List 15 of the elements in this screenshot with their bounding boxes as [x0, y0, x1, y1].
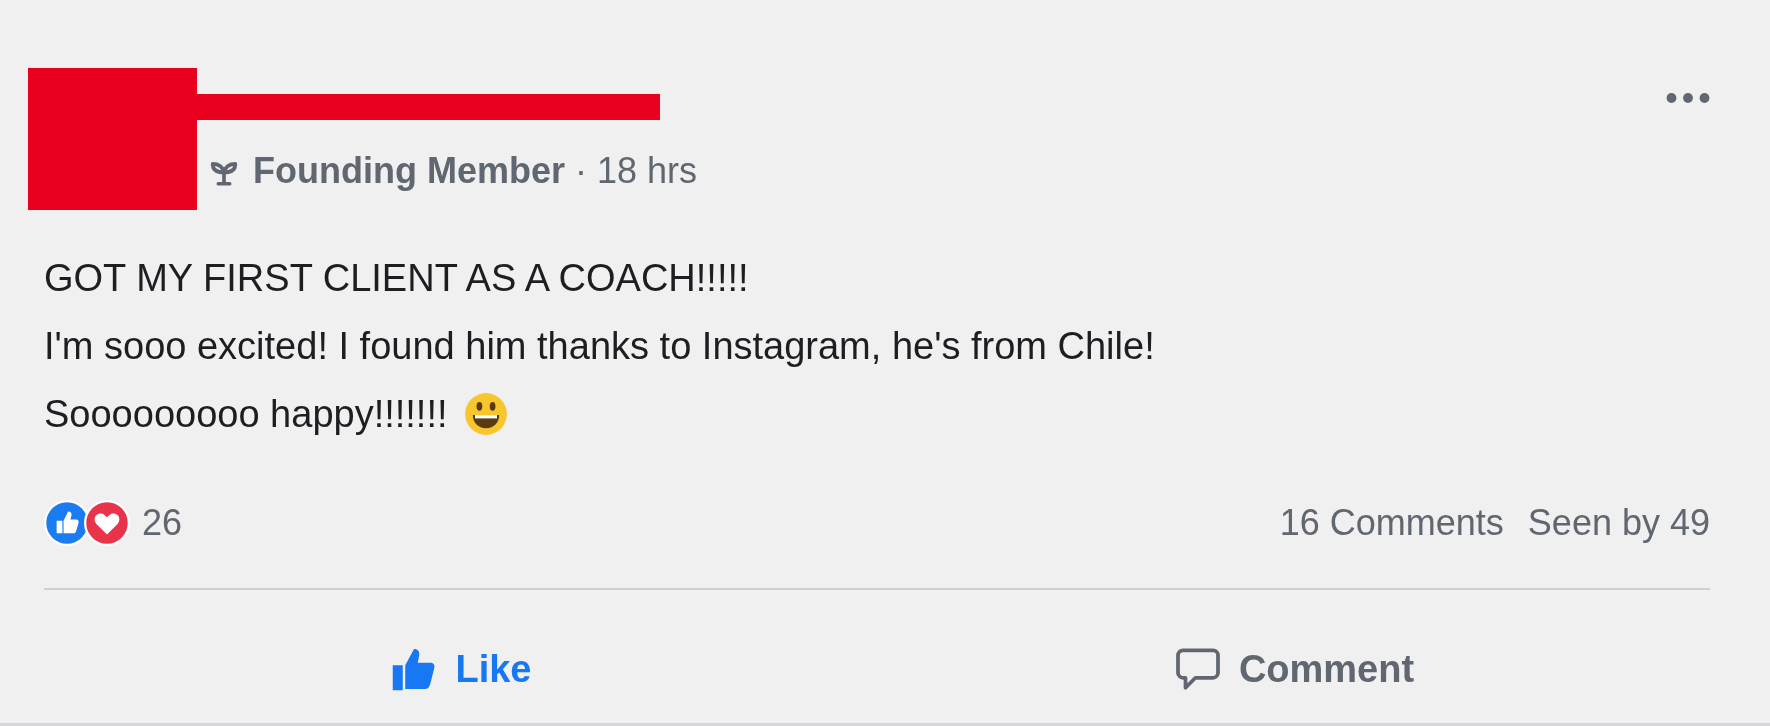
separator-dot: · [575, 150, 587, 192]
like-reaction-icon[interactable] [44, 500, 90, 546]
post-text-line: I'm sooo excited! I found him thanks to Instagram, he's from Chile! [44, 324, 1155, 368]
post-text-line: Sooooooooo happy!!!!!!! [44, 392, 448, 436]
like-button[interactable]: Like [44, 632, 877, 706]
more-icon[interactable] [1666, 92, 1710, 104]
post-text-line: GOT MY FIRST CLIENT AS A COACH!!!!! [44, 256, 749, 300]
post-time[interactable]: 18 hrs [597, 150, 698, 192]
comments-count[interactable]: 16 Comments [1279, 502, 1504, 544]
seen-by-count[interactable]: Seen by 49 [1527, 502, 1710, 544]
grinning-emoji-icon [463, 392, 508, 436]
member-badge[interactable]: Founding Member [253, 150, 565, 192]
reaction-count[interactable]: 26 [142, 502, 183, 544]
love-reaction-icon[interactable] [84, 500, 130, 546]
comment-button[interactable]: Comment [877, 632, 1710, 706]
